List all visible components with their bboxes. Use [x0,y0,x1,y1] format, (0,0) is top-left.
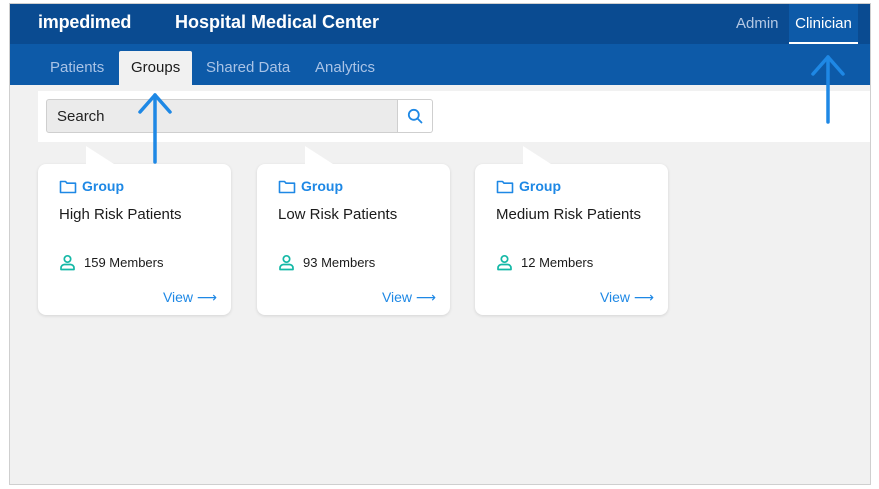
search-button[interactable] [398,99,433,133]
app-window: impedimed Hospital Medical Center Admin … [9,3,871,485]
group-type-label: Group [496,178,561,194]
group-members-text: 93 Members [303,255,376,270]
card-tab-notch [86,146,114,164]
group-name: Low Risk Patients [278,206,398,223]
folder-icon [278,180,296,194]
top-bar: impedimed Hospital Medical Center Admin … [10,4,870,44]
role-clinician[interactable]: Clinician [789,4,858,44]
search-icon [407,108,423,124]
card-tab-notch [305,146,333,164]
view-link[interactable]: View ⟶ [382,289,436,306]
group-name: Medium Risk Patients [496,206,642,223]
group-card[interactable]: Group Medium Risk Patients 12 Members Vi… [475,146,668,315]
user-icon [279,254,294,271]
group-name: High Risk Patients [59,206,182,223]
tab-shared-data[interactable]: Shared Data [194,51,302,85]
tab-groups[interactable]: Groups [119,51,193,85]
view-link[interactable]: View ⟶ [163,289,217,306]
role-admin[interactable]: Admin [725,4,790,44]
brand-logo: impedimed [38,12,132,32]
annotation-arrow-up-icon [811,55,845,124]
user-icon [60,254,75,271]
card-tab-notch [523,146,551,164]
group-members-text: 12 Members [521,255,594,270]
group-type-text: Group [519,178,561,194]
folder-icon [59,180,77,194]
group-type-text: Group [301,178,343,194]
tab-patients[interactable]: Patients [38,51,116,85]
user-icon [497,254,512,271]
organization-name: Hospital Medical Center [175,12,380,32]
view-link[interactable]: View ⟶ [600,289,654,306]
group-type-label: Group [278,178,343,194]
group-members: 159 Members [59,254,164,271]
group-type-text: Group [82,178,124,194]
group-members-text: 159 Members [84,255,164,270]
folder-icon [496,180,514,194]
group-members: 93 Members [278,254,376,271]
group-members: 12 Members [496,254,594,271]
tab-analytics[interactable]: Analytics [303,51,387,85]
annotation-arrow-up-icon [138,93,172,164]
search-input[interactable] [46,99,398,133]
tab-bar: Patients Groups Shared Data Analytics [10,44,870,85]
group-card[interactable]: Group Low Risk Patients 93 Members View … [257,146,450,315]
group-card[interactable]: Group High Risk Patients 159 Members Vie… [38,146,231,315]
group-type-label: Group [59,178,124,194]
